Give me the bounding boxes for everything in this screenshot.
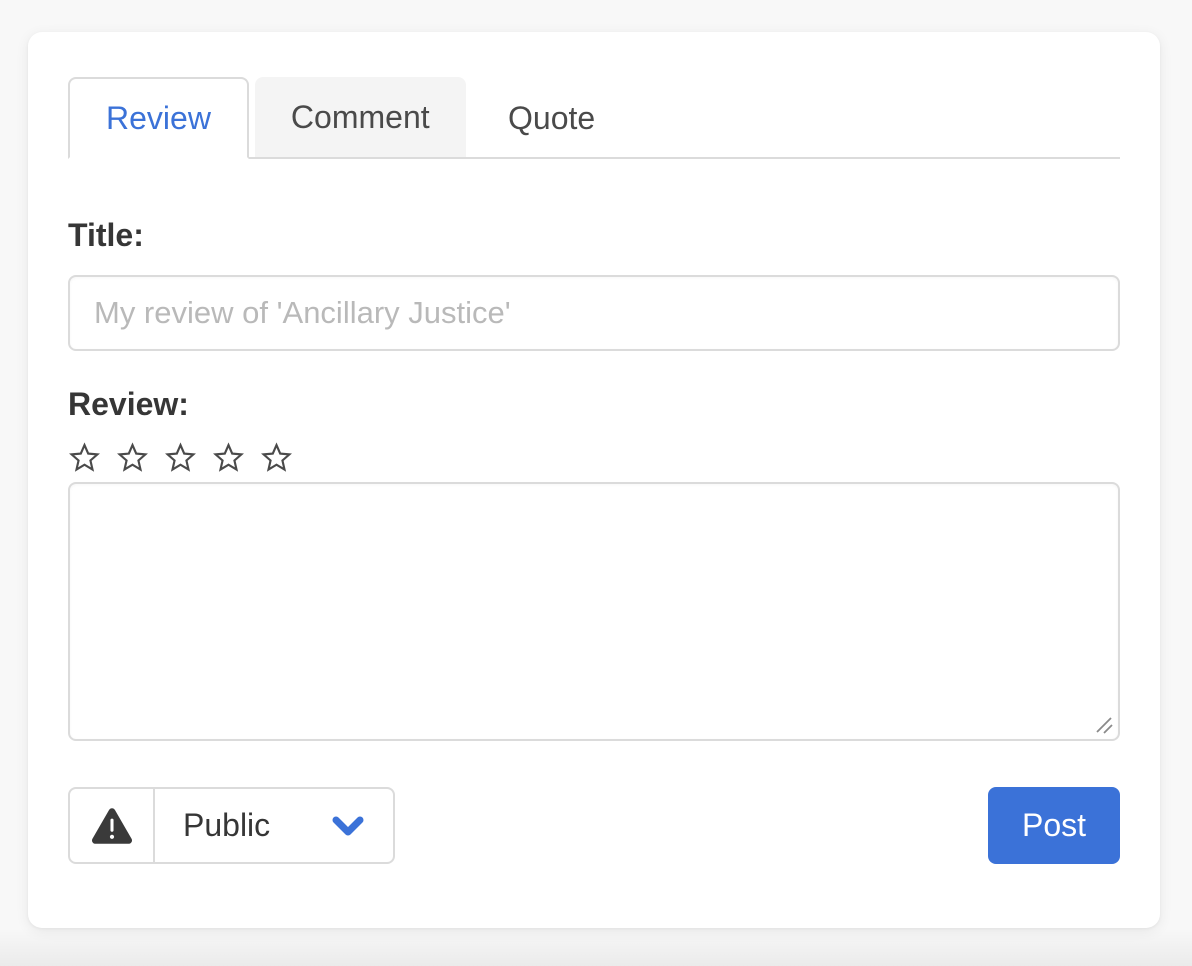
chevron-down-icon [332,816,364,835]
review-textarea-wrap [68,482,1120,741]
title-label: Title: [68,217,144,253]
review-textarea[interactable] [68,482,1120,741]
review-label: Review: [68,386,189,422]
privacy-select[interactable]: Public [155,789,393,862]
star-outline-icon[interactable] [260,440,293,476]
star-outline-icon[interactable] [68,440,101,476]
star-outline-icon[interactable] [116,440,149,476]
warning-triangle-icon [91,807,132,844]
privacy-selected-value: Public [183,807,271,843]
tab-quote[interactable]: Quote [472,77,632,159]
star-outline-icon[interactable] [212,440,245,476]
form-controls-row: Public Post [68,787,1120,864]
star-outline-icon[interactable] [164,440,197,476]
title-input[interactable] [68,275,1120,351]
post-type-tabs: Review Comment Quote [68,77,1120,159]
post-button[interactable]: Post [988,787,1120,864]
tab-comment[interactable]: Comment [254,77,466,159]
tab-review[interactable]: Review [68,77,249,159]
privacy-group: Public [68,787,395,864]
content-warning-button[interactable] [70,789,155,862]
rating-stars [68,440,1120,476]
page-bottom-shade [0,928,1192,966]
post-form-card: Review Comment Quote Title: Review: [28,32,1160,928]
